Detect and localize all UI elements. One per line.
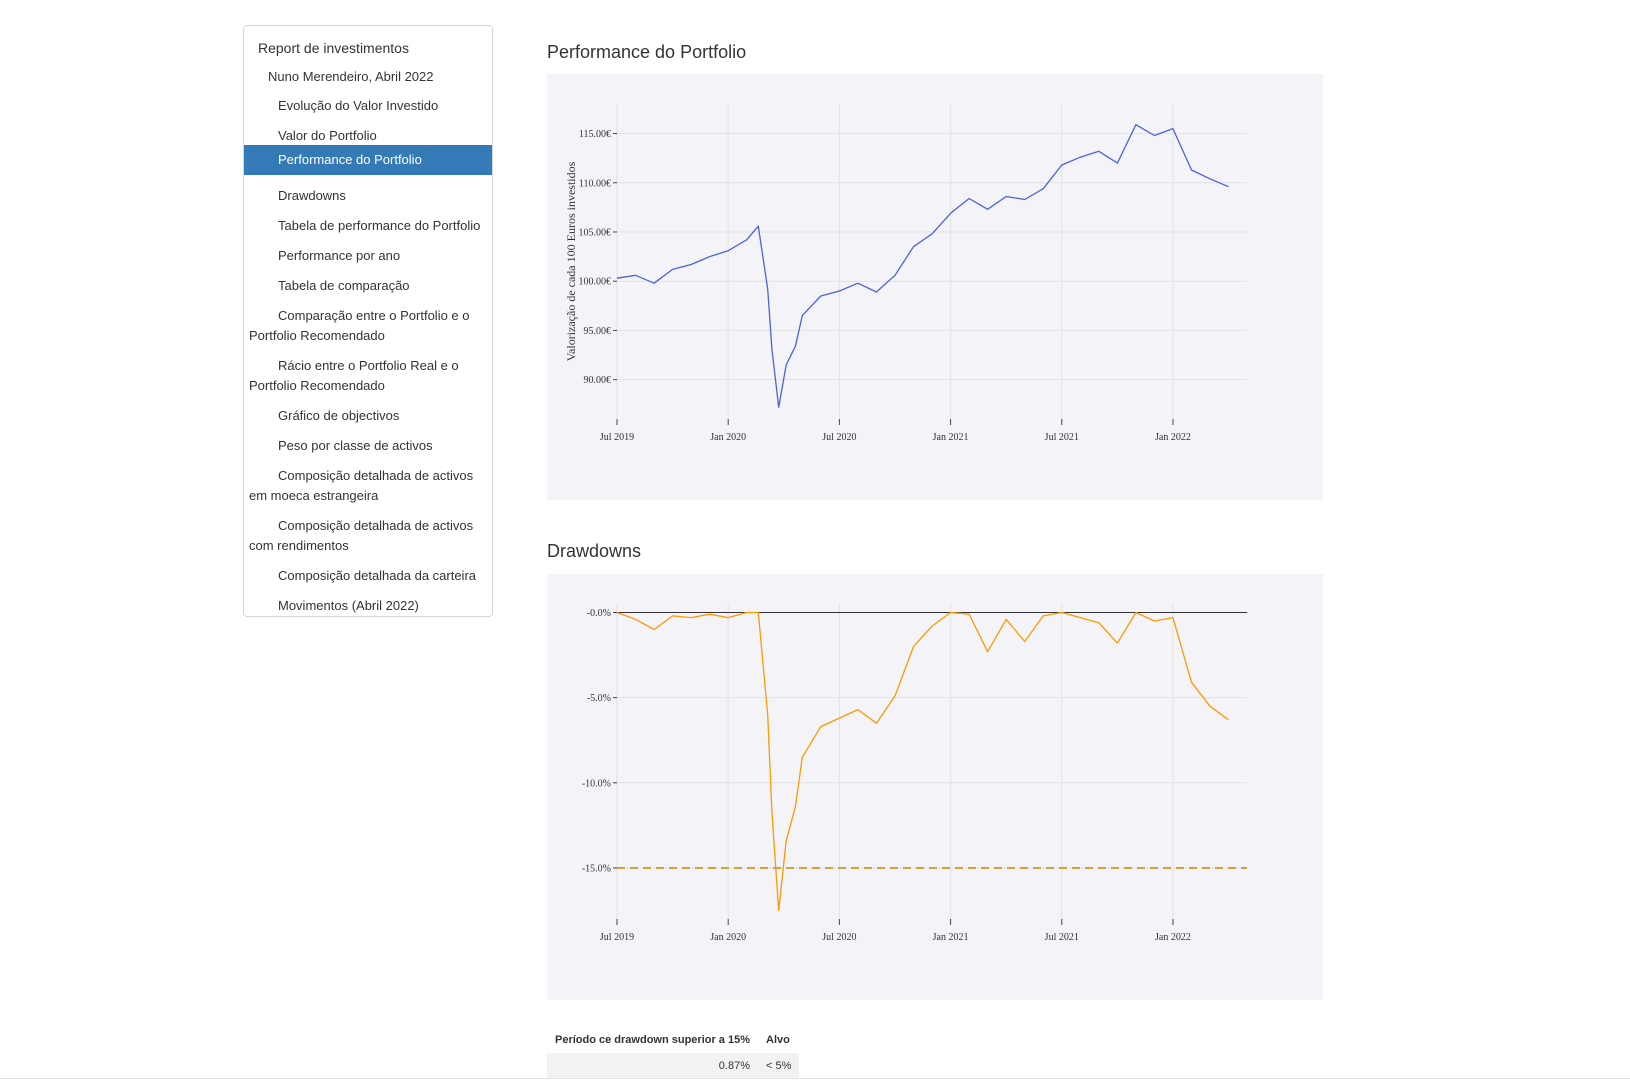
toc-item[interactable]: Composição detalhada da carteira: [244, 566, 492, 586]
toc-item[interactable]: Gráfico de objectivos: [244, 406, 492, 426]
toc-item[interactable]: Rácio entre o Portfolio Real e o Portfol…: [244, 356, 492, 396]
drawdowns-chart: Jul 2019 Jan 2020 Jul 2020 Jan 2021 Jul 2021…: [582, 604, 1247, 943]
x-tick-label: Jul 2021: [1045, 432, 1079, 443]
y-tick-label: 90.00€: [584, 375, 612, 386]
toc-item[interactable]: Comparação entre o Portfolio e o Portfol…: [244, 306, 492, 346]
table-of-contents: Report de investimentos Nuno Merendeiro, …: [243, 25, 493, 617]
x-tick-label: Jan 2020: [710, 432, 746, 443]
y-tick-label: -0.0%: [587, 608, 611, 619]
toc-item[interactable]: Performance do Portfolio: [244, 145, 492, 175]
x-tick-label: Jul 2020: [822, 432, 856, 443]
y-tick-label: 115.00€: [579, 129, 611, 140]
performance-section-title: Performance do Portfolio: [547, 42, 747, 62]
table-row: 0.87% < 5%: [547, 1053, 800, 1079]
table-header-row: Período ce drawdown superior a 15% Alvo: [547, 1027, 799, 1053]
toc-item[interactable]: Valor do Portfolio: [244, 126, 492, 146]
x-tick-label: Jan 2021: [933, 432, 969, 443]
y-tick-label: -5.0%: [587, 693, 611, 704]
toc-item[interactable]: Movimentos (Abril 2022): [244, 596, 492, 616]
x-tick-label: Jul 2019: [600, 432, 634, 443]
toc-item[interactable]: Composição detalhada de activos com rend…: [244, 516, 492, 556]
toc-item[interactable]: Peso por classe de activos: [244, 436, 492, 456]
drawdowns-section-title: Drawdowns: [547, 541, 642, 561]
x-tick-label: Jul 2020: [822, 932, 856, 943]
toc-item[interactable]: Report de investimentos: [244, 38, 492, 58]
performance-chart: Jul 2019 Jan 2020 Jul 2020 Jan 2021 Jul 2021…: [564, 104, 1247, 443]
x-tick-label: Jul 2019: [600, 932, 634, 943]
bottom-divider: [0, 1078, 1630, 1079]
toc-item[interactable]: Tabela de comparação: [244, 276, 492, 296]
x-tick-label: Jan 2022: [1155, 932, 1191, 943]
series-line: [616, 124, 1229, 408]
toc-item[interactable]: Drawdowns: [244, 186, 492, 206]
toc-item[interactable]: Tabela de performance do Portfolio: [244, 216, 492, 236]
y-tick-label: -15.0%: [582, 863, 611, 874]
y-tick-label: 110.00€: [579, 178, 611, 189]
table-cell-period: 0.87%: [547, 1053, 758, 1079]
toc-item[interactable]: Composição detalhada de activos em moeca…: [244, 466, 492, 506]
x-tick-label: Jul 2021: [1045, 932, 1079, 943]
toc-item[interactable]: Evolução do Valor Investido: [244, 96, 492, 116]
x-tick-label: Jan 2022: [1155, 432, 1191, 443]
toc-item[interactable]: Performance por ano: [244, 246, 492, 266]
y-tick-label: 100.00€: [579, 277, 612, 288]
series-line: [616, 611, 1229, 912]
y-tick-label: -10.0%: [582, 778, 611, 789]
y-tick-label: 105.00€: [579, 227, 612, 238]
x-tick-label: Jan 2021: [933, 932, 969, 943]
y-axis-label: Valorização de cada 100 Euros investidos: [564, 161, 578, 361]
table-header-target: Alvo: [766, 1034, 790, 1046]
y-tick-label: 95.00€: [584, 326, 612, 337]
x-tick-label: Jan 2020: [710, 932, 746, 943]
table-cell-target: < 5%: [758, 1053, 800, 1079]
toc-item[interactable]: Nuno Merendeiro, Abril 2022: [244, 67, 492, 87]
drawdown-table: Período ce drawdown superior a 15% Alvo …: [547, 1027, 800, 1079]
table-header-period: Período ce drawdown superior a 15%: [555, 1034, 750, 1046]
